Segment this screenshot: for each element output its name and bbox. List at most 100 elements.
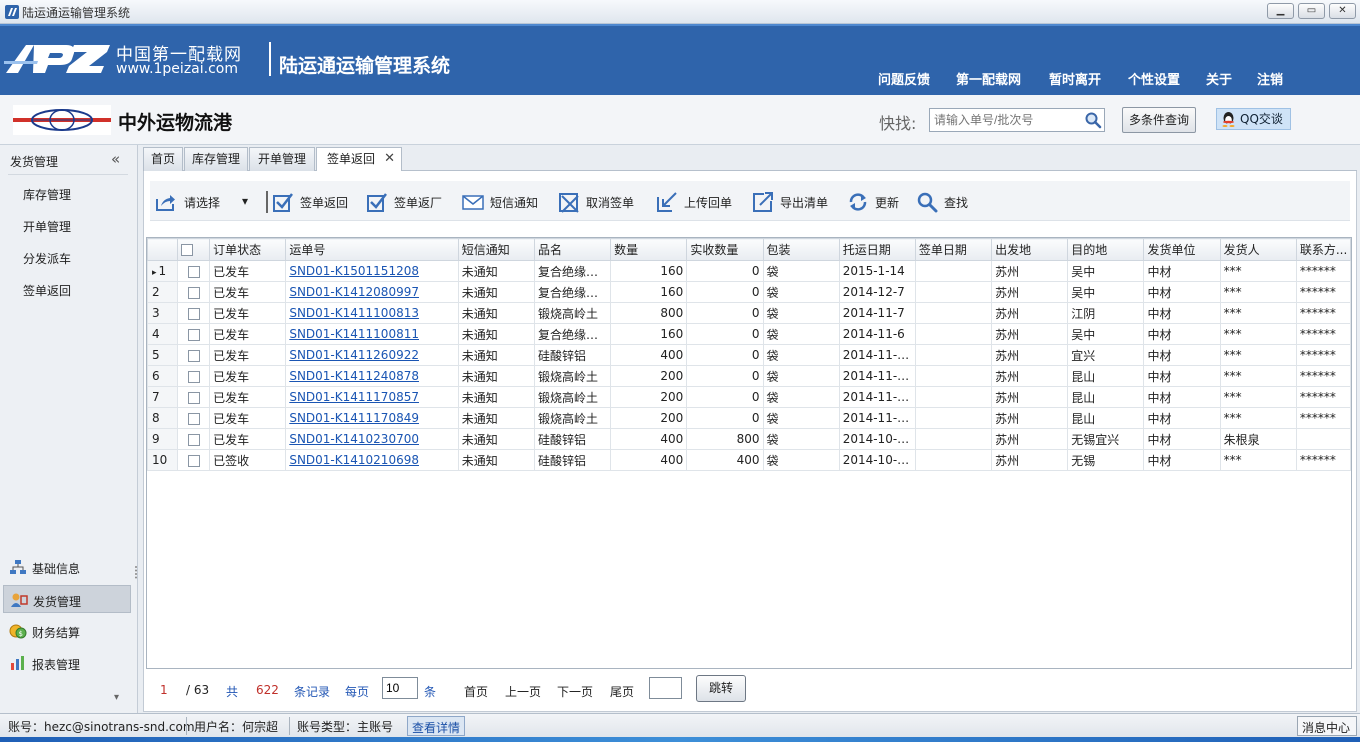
cell-sign-date — [914, 407, 993, 429]
sidebar-item-dispatch[interactable]: 分发派车 — [23, 250, 71, 267]
minimize-button[interactable]: ▁ — [1267, 3, 1294, 19]
sidebar-module-label: 财务结算 — [32, 626, 81, 640]
status-bar: 账号：hezc@sinotrans-snd.com 用户名：何宗超 账号类型：主… — [0, 713, 1360, 737]
first-page-link[interactable]: 首页 — [464, 683, 488, 700]
cell-order-status: 已签收 — [209, 449, 287, 471]
sidebar-item-billing[interactable]: 开单管理 — [23, 218, 71, 235]
cell-destination: 吴中 — [1067, 323, 1145, 345]
row-number: 3 — [147, 302, 179, 324]
table-row[interactable]: 9 已发车 SND01-K1410230700 未通知 硅酸锌铝 400 800 袋 2014-… — [147, 428, 1351, 450]
cell-waybill-number[interactable]: SND01-K1411260922 — [285, 344, 459, 366]
sidebar-item-receipt-return[interactable]: 签单返回 — [23, 282, 71, 299]
close-tab-icon[interactable]: ✕ — [384, 148, 395, 170]
table-row[interactable]: 4 已发车 SND01-K1411100811 未通知 复合绝缘衬... 160 0 袋 201… — [147, 323, 1351, 345]
sidebar-module-finance[interactable]: $ 财务结算 — [3, 617, 131, 645]
nav-settings[interactable]: 个性设置 — [1128, 69, 1180, 88]
nav-1peizai[interactable]: 第一配载网 — [956, 69, 1021, 88]
find-button[interactable]: 查找 — [916, 181, 972, 221]
cell-received-quantity: 800 — [686, 428, 764, 450]
table-row[interactable]: 8 已发车 SND01-K1411170849 未通知 锻烧高岭土 200 0 袋 2014-1… — [147, 407, 1351, 429]
row-checkbox[interactable] — [187, 328, 200, 341]
row-checkbox[interactable] — [187, 412, 200, 425]
cell-waybill-number[interactable]: SND01-K1410210698 — [285, 449, 459, 471]
message-center-button[interactable]: 消息中心 — [1297, 716, 1357, 736]
next-page-link[interactable]: 下一页 — [557, 683, 593, 700]
multi-condition-query-button[interactable]: 多条件查询 — [1122, 107, 1196, 133]
table-row[interactable]: 3 已发车 SND01-K1411100813 未通知 锻烧高岭土 800 0 袋 2014-1… — [147, 302, 1351, 324]
cell-waybill-number[interactable]: SND01-K1411240878 — [285, 365, 459, 387]
search-icon[interactable] — [1084, 111, 1102, 129]
jump-page-input[interactable] — [649, 677, 682, 699]
column-header: 实收数量 — [686, 238, 764, 261]
page-size-input[interactable] — [382, 677, 418, 699]
cell-product-name: 硅酸锌铝 — [533, 428, 612, 450]
row-checkbox[interactable] — [187, 370, 200, 383]
jump-button[interactable]: 跳转 — [696, 675, 746, 702]
row-checkbox[interactable] — [187, 307, 200, 320]
select-dropdown[interactable]: 请选择 ▾ — [154, 181, 254, 221]
export-list-button[interactable]: 导出清单 — [752, 181, 834, 221]
cancel-receipt-button[interactable]: 取消签单 — [558, 181, 640, 221]
nav-feedback[interactable]: 问题反馈 — [878, 69, 930, 88]
table-row[interactable]: 2 已发车 SND01-K1412080997 未通知 复合绝缘衬... 160 0 袋 201… — [147, 281, 1351, 303]
tab-home[interactable]: 首页 — [143, 147, 183, 171]
cell-waybill-number[interactable]: SND01-K1411170857 — [285, 386, 459, 408]
column-header: 品名 — [533, 238, 612, 261]
qq-chat-button[interactable]: QQ交谈 — [1216, 108, 1291, 130]
row-checkbox[interactable] — [187, 391, 200, 404]
restore-button[interactable]: ▭ — [1298, 3, 1325, 19]
sidebar-module-basic-info[interactable]: 基础信息 — [3, 553, 131, 581]
close-window-button[interactable]: ✕ — [1329, 3, 1356, 19]
toolbar-separator — [266, 191, 268, 213]
refresh-button[interactable]: 更新 — [847, 181, 903, 221]
sidebar-module-shipping[interactable]: 发货管理 — [3, 585, 131, 613]
nav-away[interactable]: 暂时离开 — [1049, 69, 1101, 88]
cell-received-quantity: 0 — [686, 344, 764, 366]
cell-sms-status: 未通知 — [457, 407, 535, 429]
search-input[interactable] — [929, 108, 1105, 132]
table-row[interactable]: 10 已签收 SND01-K1410210698 未通知 硅酸锌铝 400 400 袋 2014… — [147, 449, 1351, 471]
column-header[interactable] — [177, 238, 211, 261]
return-factory-button[interactable]: 签单返厂 — [366, 181, 448, 221]
cell-waybill-number[interactable]: SND01-K1501151208 — [285, 260, 459, 282]
upload-receipt-button[interactable]: 上传回单 — [656, 181, 738, 221]
sidebar-scroll-down-icon[interactable]: ▾ — [114, 692, 119, 703]
row-checkbox[interactable] — [187, 349, 200, 362]
table-row[interactable]: 5 已发车 SND01-K1411260922 未通知 硅酸锌铝 400 0 袋 2014-11… — [147, 344, 1351, 366]
receipt-return-button[interactable]: 签单返回 — [272, 181, 354, 221]
table-row[interactable]: 6 已发车 SND01-K1411240878 未通知 锻烧高岭土 200 0 袋 2014-1… — [147, 365, 1351, 387]
table-row[interactable]: 7 已发车 SND01-K1411170857 未通知 锻烧高岭土 200 0 袋 2014-1… — [147, 386, 1351, 408]
last-page-link[interactable]: 尾页 — [610, 683, 634, 700]
cell-ship-date: 2014-11-25 — [838, 344, 916, 366]
tab-inventory[interactable]: 库存管理 — [184, 147, 248, 171]
cell-waybill-number[interactable]: SND01-K1412080997 — [285, 281, 459, 303]
view-detail-button[interactable]: 查看详情 — [407, 716, 466, 736]
splitter-grip-icon[interactable] — [134, 565, 138, 579]
row-checkbox[interactable] — [187, 433, 200, 446]
cell-origin: 苏州 — [991, 302, 1069, 324]
cell-packaging: 袋 — [762, 407, 840, 429]
cell-product-name: 复合绝缘衬... — [533, 281, 612, 303]
select-all-checkbox[interactable] — [181, 244, 194, 256]
cell-waybill-number[interactable]: SND01-K1410230700 — [285, 428, 459, 450]
cell-waybill-number[interactable]: SND01-K1411170849 — [285, 407, 459, 429]
sms-notify-button[interactable]: 短信通知 — [462, 181, 544, 221]
tab-receipt-return[interactable]: 签单返回 ✕ — [316, 147, 402, 172]
row-checkbox[interactable] — [187, 454, 200, 467]
cell-destination: 无锡 — [1067, 449, 1145, 471]
tab-billing[interactable]: 开单管理 — [249, 147, 315, 171]
column-header: 数量 — [610, 238, 688, 261]
nav-logout[interactable]: 注销 — [1257, 69, 1283, 88]
collapse-sidebar-icon[interactable]: « — [111, 150, 120, 168]
sidebar-module-reports[interactable]: 报表管理 — [3, 649, 131, 677]
row-checkbox[interactable] — [187, 286, 200, 299]
cell-waybill-number[interactable]: SND01-K1411100811 — [285, 323, 459, 345]
cell-sms-status: 未通知 — [457, 428, 535, 450]
row-number: 9 — [147, 428, 179, 450]
nav-about[interactable]: 关于 — [1206, 69, 1232, 88]
table-row[interactable]: ▸ 1 已发车 SND01-K1501151208 未通知 复合绝缘衬... 160 0 袋 20… — [147, 260, 1351, 282]
row-checkbox[interactable] — [187, 265, 200, 278]
prev-page-link[interactable]: 上一页 — [505, 683, 541, 700]
cell-waybill-number[interactable]: SND01-K1411100813 — [285, 302, 459, 324]
sidebar-item-inventory[interactable]: 库存管理 — [23, 186, 71, 203]
